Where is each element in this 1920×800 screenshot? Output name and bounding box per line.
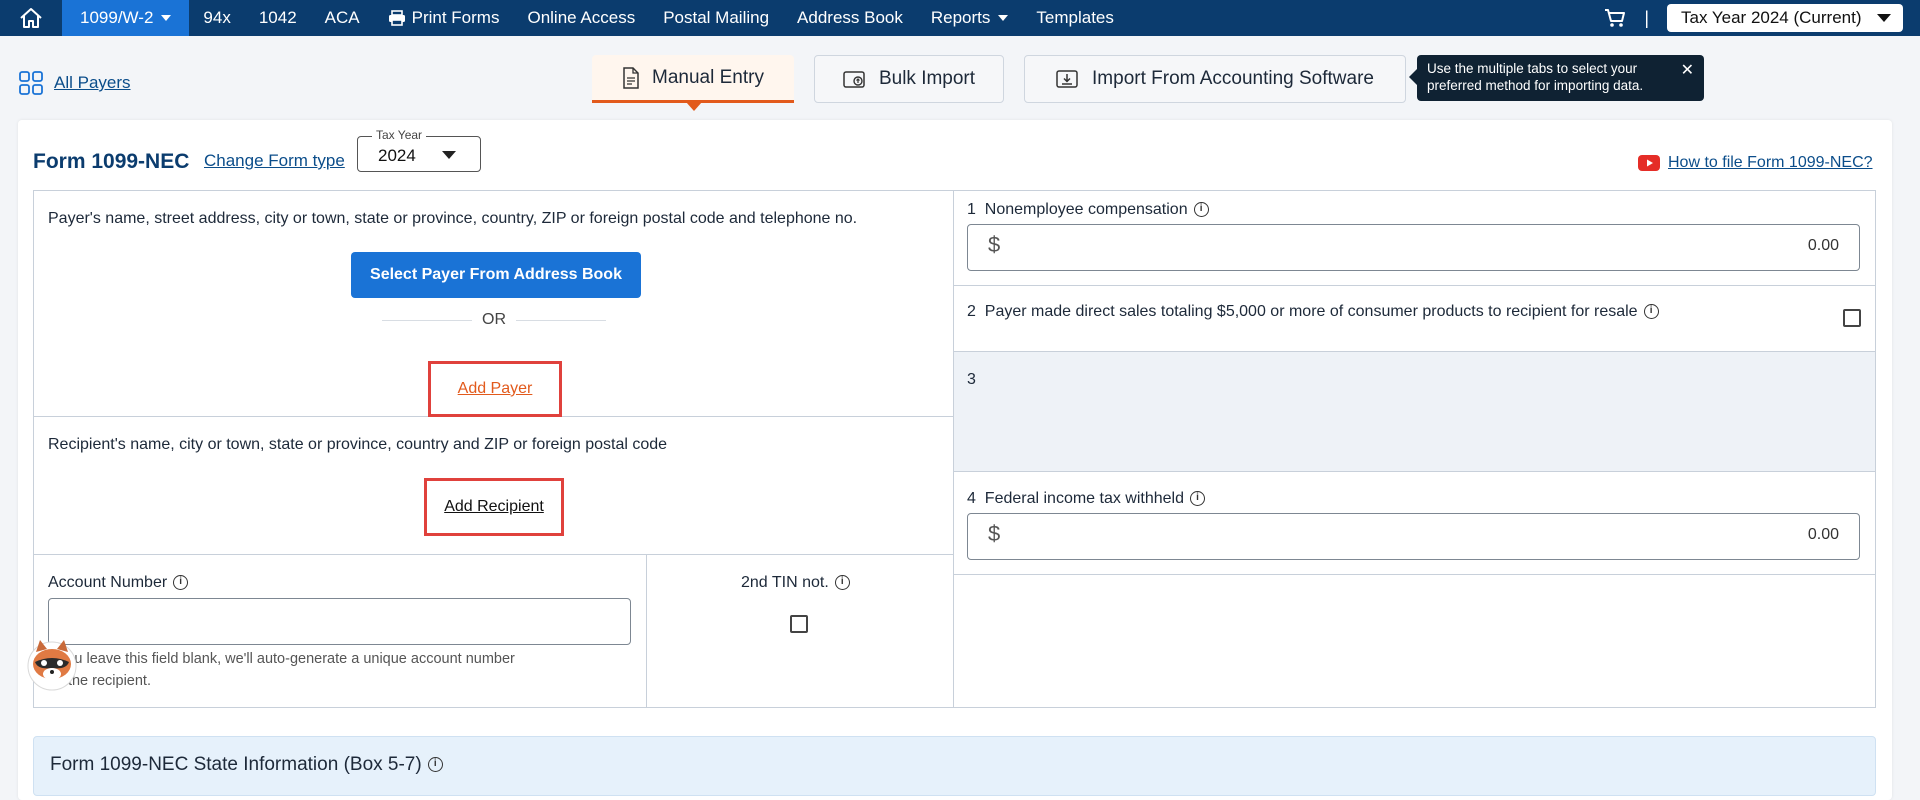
document-icon xyxy=(623,66,639,89)
box1-amount-value: 0.00 xyxy=(1807,237,1839,254)
nav-1099-w2[interactable]: 1099/W-2 xyxy=(62,0,190,36)
box2-checkbox[interactable] xyxy=(1843,309,1861,327)
cart-icon[interactable] xyxy=(1604,8,1626,28)
or-divider: OR xyxy=(382,311,606,329)
tax-year-select[interactable]: Tax Year 2024 (Current) xyxy=(1667,4,1903,32)
add-recipient-button[interactable]: Add Recipient xyxy=(424,478,564,536)
state-information-bar[interactable]: Form 1099-NEC State Information (Box 5-7… xyxy=(33,736,1876,796)
box4-amount-value: 0.00 xyxy=(1807,526,1839,543)
form-card: Form 1099-NEC Change Form type Tax Year … xyxy=(18,120,1892,800)
add-payer-button[interactable]: Add Payer xyxy=(428,361,562,417)
tax-year-dropdown[interactable]: Tax Year 2024 xyxy=(357,128,481,172)
tax-year-label: Tax Year xyxy=(372,128,427,142)
printer-icon xyxy=(388,10,405,26)
account-number-input[interactable] xyxy=(48,598,631,645)
currency-symbol: $ xyxy=(988,232,1001,257)
nav-94x[interactable]: 94x xyxy=(189,0,244,36)
tab-manual-entry[interactable]: Manual Entry xyxy=(592,55,794,103)
box3-label: 3 xyxy=(967,371,976,388)
youtube-icon xyxy=(1638,155,1660,171)
info-icon[interactable]: i xyxy=(1190,491,1206,507)
box1-amount-input[interactable]: $ 0.00 xyxy=(967,224,1860,271)
upload-file-icon xyxy=(843,71,865,88)
form-grid: Payer's name, street address, city or to… xyxy=(33,190,1876,708)
box4-amount-input[interactable]: $ 0.00 xyxy=(967,513,1860,560)
grid-divider xyxy=(953,285,1875,286)
info-icon[interactable]: i xyxy=(834,575,850,591)
info-icon[interactable]: i xyxy=(427,757,443,773)
nav-templates[interactable]: Templates xyxy=(1022,0,1127,36)
second-tin-checkbox[interactable] xyxy=(790,615,808,633)
info-icon[interactable]: i xyxy=(173,575,189,591)
top-nav: 1099/W-2 94x 1042 ACA Print Forms Online… xyxy=(0,0,1920,36)
tax-year-value: 2024 xyxy=(378,146,416,165)
nav-separator: | xyxy=(1644,7,1649,28)
box2-label: 2 Payer made direct sales totaling $5,00… xyxy=(967,303,1659,321)
nav-1042[interactable]: 1042 xyxy=(245,0,311,36)
state-information-title: Form 1099-NEC State Information (Box 5-7… xyxy=(50,754,443,776)
payer-label: Payer's name, street address, city or to… xyxy=(48,210,858,227)
currency-symbol: $ xyxy=(988,521,1001,546)
nav-right: | Tax Year 2024 (Current) xyxy=(1604,0,1920,36)
grid-icon xyxy=(19,71,43,95)
grid-divider xyxy=(34,554,953,555)
tab-import-accounting[interactable]: Import From Accounting Software xyxy=(1024,55,1406,103)
grid-divider xyxy=(646,554,647,707)
grid-divider xyxy=(953,574,1875,575)
recipient-label: Recipient's name, city or town, state or… xyxy=(48,436,668,453)
raccoon-mascot-icon[interactable] xyxy=(22,634,82,694)
form-title: Form 1099-NEC xyxy=(33,150,190,173)
nav-reports[interactable]: Reports xyxy=(917,0,1023,36)
nav-postal-mailing[interactable]: Postal Mailing xyxy=(649,0,783,36)
box1-label: 1 Nonemployee compensation i xyxy=(967,201,1209,219)
account-number-helper: If you leave this field blank, we'll aut… xyxy=(47,651,515,689)
select-payer-button[interactable]: Select Payer From Address Book xyxy=(351,252,641,298)
import-icon xyxy=(1056,70,1078,88)
nav-address-book[interactable]: Address Book xyxy=(783,0,917,36)
info-icon[interactable]: i xyxy=(1193,202,1209,218)
chevron-down-icon xyxy=(998,15,1009,21)
grid-divider xyxy=(953,471,1875,472)
account-number-label: Account Number i xyxy=(48,574,189,592)
home-icon[interactable] xyxy=(0,0,62,36)
all-payers-link[interactable]: All Payers xyxy=(18,70,131,96)
tab-bulk-import[interactable]: Bulk Import xyxy=(814,55,1004,103)
active-tab-indicator xyxy=(686,102,702,111)
chevron-down-icon xyxy=(1877,14,1891,22)
nav-online-access[interactable]: Online Access xyxy=(513,0,649,36)
how-to-file-link[interactable]: How to file Form 1099-NEC? xyxy=(1638,154,1873,172)
box4-label: 4 Federal income tax withheld i xyxy=(967,490,1206,508)
info-icon[interactable]: i xyxy=(1643,304,1659,320)
box3-shaded xyxy=(954,352,1875,471)
chevron-down-icon xyxy=(161,15,172,21)
close-icon[interactable]: ✕ xyxy=(1681,62,1694,79)
change-form-type-link[interactable]: Change Form type xyxy=(204,151,345,171)
import-tooltip: Use the multiple tabs to select your pre… xyxy=(1409,55,1704,101)
nav-print-forms[interactable]: Print Forms xyxy=(374,0,514,36)
second-tin-label: 2nd TIN not. i xyxy=(741,574,850,592)
nav-aca[interactable]: ACA xyxy=(311,0,374,36)
chevron-down-icon xyxy=(442,151,456,159)
